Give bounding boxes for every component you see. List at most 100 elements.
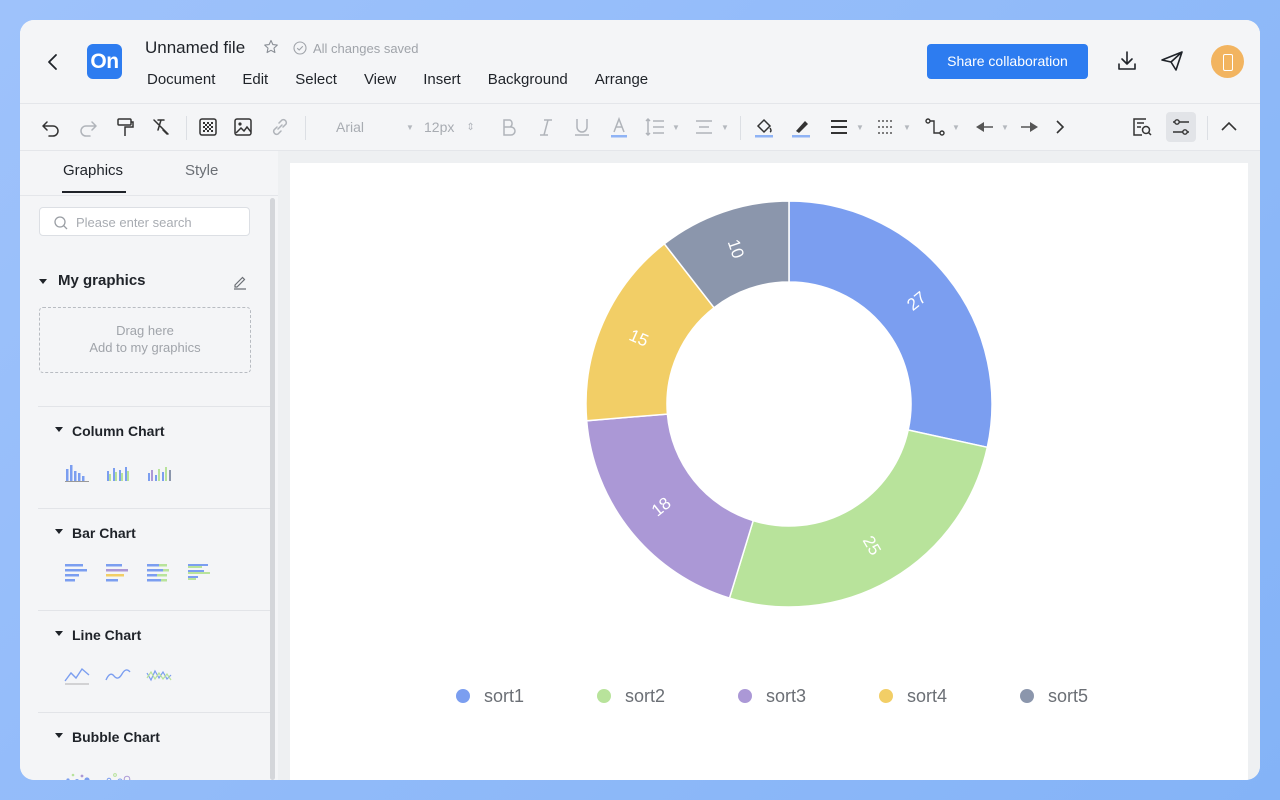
bubble-chart-thumb-2[interactable]: [104, 765, 132, 780]
clear-format-icon[interactable]: [150, 116, 172, 138]
active-tab-indicator: [62, 191, 126, 193]
category-bar-chart[interactable]: Bar Chart: [72, 525, 136, 541]
category-column-chart[interactable]: Column Chart: [72, 423, 165, 439]
line-chart-thumb-2[interactable]: [104, 663, 132, 687]
font-size-select[interactable]: 12px ⇕: [424, 116, 475, 138]
drop-hint-line1: Drag here: [116, 323, 174, 338]
line-chart-thumbnails: [63, 663, 186, 687]
donut-chart[interactable]: 2725181510sort1 sort2 sort3 sort4 sort5: [290, 163, 1248, 780]
search-input[interactable]: [76, 212, 244, 232]
canvas-page[interactable]: 27 25 18 15 10 sort1 sort2 sort3 sort4 sort5: [290, 163, 1248, 780]
collapse-icon[interactable]: [1218, 116, 1240, 138]
my-graphics-title[interactable]: My graphics: [58, 272, 146, 289]
italic-icon[interactable]: [535, 116, 557, 138]
arrow-start-icon[interactable]: ▼: [973, 116, 1009, 138]
sidebar-tabs: Graphics Style: [20, 151, 278, 196]
file-title[interactable]: Unnamed file: [145, 38, 245, 58]
sidebar-scrollbar[interactable]: [270, 198, 275, 780]
bubble-chart-thumb-1[interactable]: [63, 765, 91, 780]
chevron-right-icon[interactable]: [1051, 116, 1069, 138]
legend-label-sort2: sort2: [625, 686, 665, 706]
edit-icon[interactable]: [232, 274, 248, 290]
menu-select[interactable]: Select: [295, 71, 337, 88]
menu-insert[interactable]: Insert: [423, 71, 461, 88]
menu-arrange[interactable]: Arrange: [595, 71, 648, 88]
section-divider: [38, 712, 270, 713]
align-icon[interactable]: ▼: [693, 116, 729, 138]
section-divider: [38, 508, 270, 509]
my-graphics-drop-zone[interactable]: Drag here Add to my graphics: [39, 307, 251, 373]
line-style-icon[interactable]: ▼: [875, 116, 911, 138]
legend-item-sort5[interactable]: sort5: [1020, 686, 1088, 706]
arrow-end-icon[interactable]: [1019, 116, 1041, 138]
legend-swatch-sort1: [456, 689, 470, 703]
caret-down-icon[interactable]: [55, 529, 63, 534]
download-icon[interactable]: [1116, 50, 1138, 72]
menu-view[interactable]: View: [364, 71, 396, 88]
legend-swatch-sort5: [1020, 689, 1034, 703]
line-spacing-icon[interactable]: ▼: [644, 116, 680, 138]
bar-chart-thumb-2[interactable]: [104, 561, 132, 585]
legend-swatch-sort3: [738, 689, 752, 703]
font-color-icon[interactable]: [608, 116, 630, 138]
underline-icon[interactable]: [571, 116, 593, 138]
canvas-area[interactable]: 27 25 18 15 10 sort1 sort2 sort3 sort4 sort5: [278, 151, 1260, 780]
legend-label-sort4: sort4: [907, 686, 947, 706]
back-icon[interactable]: [44, 50, 64, 74]
donut-slice-sort2[interactable]: [728, 429, 989, 608]
format-painter-icon[interactable]: [114, 116, 136, 138]
send-icon[interactable]: [1160, 50, 1184, 72]
column-chart-thumb-3[interactable]: [145, 461, 173, 485]
star-icon[interactable]: [263, 39, 279, 55]
tab-graphics[interactable]: Graphics: [63, 162, 123, 179]
line-weight-icon[interactable]: ▼: [828, 116, 864, 138]
avatar[interactable]: [1211, 45, 1244, 78]
menu-document[interactable]: Document: [147, 71, 215, 88]
caret-down-icon[interactable]: [55, 427, 63, 432]
line-color-icon[interactable]: [790, 116, 812, 138]
toolbar-divider: [305, 116, 306, 140]
bubble-chart-thumbnails: [63, 765, 145, 780]
chevron-down-icon: ▼: [903, 122, 911, 132]
pattern-icon[interactable]: [197, 116, 219, 138]
bar-chart-thumbnails: [63, 561, 227, 585]
connector-icon[interactable]: ▼: [924, 116, 960, 138]
font-family-select[interactable]: Arial ▼: [336, 116, 414, 138]
find-icon[interactable]: [1131, 116, 1153, 138]
legend-item-sort2[interactable]: sort2: [597, 686, 665, 706]
legend-label-sort5: sort5: [1048, 686, 1088, 706]
category-bubble-chart[interactable]: Bubble Chart: [72, 729, 160, 745]
column-chart-thumb-1[interactable]: [63, 461, 91, 485]
fill-color-icon[interactable]: [753, 116, 775, 138]
toolbar-divider: [1207, 116, 1208, 140]
tab-style[interactable]: Style: [185, 162, 218, 179]
settings-panel-icon[interactable]: [1166, 112, 1196, 142]
caret-down-icon[interactable]: [39, 279, 47, 284]
category-line-chart[interactable]: Line Chart: [72, 627, 141, 643]
share-collaboration-button[interactable]: Share collaboration: [927, 44, 1088, 79]
line-chart-thumb-3[interactable]: [145, 663, 173, 687]
legend-item-sort3[interactable]: sort3: [738, 686, 806, 706]
menu-background[interactable]: Background: [488, 71, 568, 88]
app-window: On Unnamed file All changes saved Docume…: [20, 20, 1260, 780]
app-logo[interactable]: On: [87, 44, 122, 79]
bar-chart-thumb-1[interactable]: [63, 561, 91, 585]
image-icon[interactable]: [232, 116, 254, 138]
menu-bar: Document Edit Select View Insert Backgro…: [147, 71, 675, 88]
legend-item-sort1[interactable]: sort1: [456, 686, 524, 706]
legend-item-sort4[interactable]: sort4: [879, 686, 947, 706]
redo-icon[interactable]: [77, 116, 99, 138]
caret-down-icon[interactable]: [55, 733, 63, 738]
caret-down-icon[interactable]: [55, 631, 63, 636]
link-icon[interactable]: [269, 116, 291, 138]
section-divider: [38, 610, 270, 611]
line-chart-thumb-1[interactable]: [63, 663, 91, 687]
donut-slice-sort1[interactable]: [788, 200, 993, 449]
bar-chart-thumb-4[interactable]: [186, 561, 214, 585]
bar-chart-thumb-3[interactable]: [145, 561, 173, 585]
undo-icon[interactable]: [40, 116, 62, 138]
menu-edit[interactable]: Edit: [242, 71, 268, 88]
drop-hint-line2: Add to my graphics: [89, 340, 201, 355]
bold-icon[interactable]: [498, 116, 520, 138]
column-chart-thumb-2[interactable]: [104, 461, 132, 485]
